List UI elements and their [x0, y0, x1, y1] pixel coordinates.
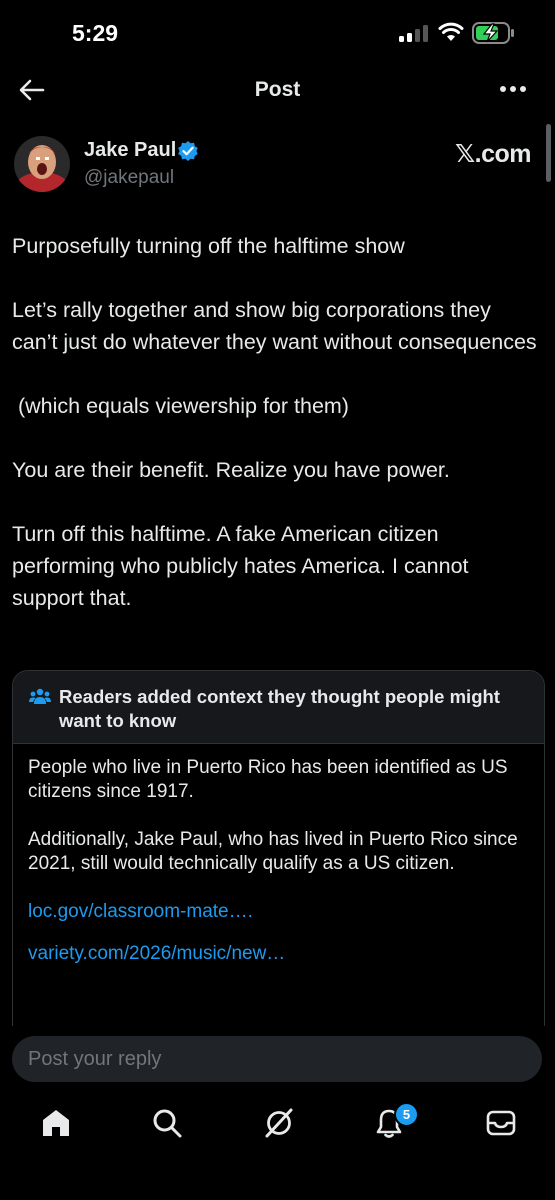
status-bar: 5:29	[0, 0, 555, 66]
grok-icon[interactable]	[262, 1106, 296, 1140]
people-icon	[29, 688, 51, 704]
reply-input[interactable]	[12, 1036, 542, 1082]
search-icon[interactable]	[150, 1106, 184, 1140]
wifi-icon	[438, 22, 464, 41]
battery-charging-icon	[472, 22, 514, 44]
avatar[interactable]	[14, 136, 70, 192]
note-paragraph: Additionally, Jake Paul, who has lived i…	[28, 829, 518, 874]
post-text: Purposefully turning off the halftime sh…	[12, 230, 542, 614]
home-icon[interactable]	[39, 1106, 73, 1140]
post-paragraph: You are their benefit. Realize you have …	[12, 458, 450, 482]
notification-count-badge: 5	[394, 1102, 419, 1127]
community-note-title: Readers added context they thought peopl…	[59, 686, 500, 731]
page-title: Post	[254, 78, 301, 101]
verified-badge-icon	[178, 141, 198, 161]
more-options-icon[interactable]	[498, 82, 528, 96]
post-paragraph: Let’s rally together and show big corpor…	[12, 298, 537, 354]
note-source-link[interactable]: variety.com/2026/music/new…	[28, 942, 528, 966]
messages-icon[interactable]	[484, 1106, 518, 1140]
post-paragraph: Turn off this halftime. A fake American …	[12, 522, 469, 610]
author-handle[interactable]: @jakepaul	[84, 167, 174, 189]
source-watermark: 𝕏.com	[455, 140, 532, 168]
community-note-header[interactable]: Readers added context they thought peopl…	[13, 671, 544, 744]
post-paragraph: Purposefully turning off the halftime sh…	[12, 234, 405, 258]
author-name[interactable]: Jake Paul	[84, 139, 176, 162]
community-note: Readers added context they thought peopl…	[12, 670, 545, 1072]
community-note-body: People who live in Puerto Rico has been …	[13, 744, 544, 966]
scrollbar[interactable]	[546, 124, 551, 182]
status-time: 5:29	[72, 20, 119, 46]
note-source-link[interactable]: loc.gov/classroom-mate….	[28, 900, 528, 924]
post-paragraph: (which equals viewership for them)	[12, 394, 349, 418]
cellular-signal-icon	[399, 24, 429, 42]
top-nav: Post	[0, 66, 555, 116]
note-paragraph: People who live in Puerto Rico has been …	[28, 757, 508, 802]
